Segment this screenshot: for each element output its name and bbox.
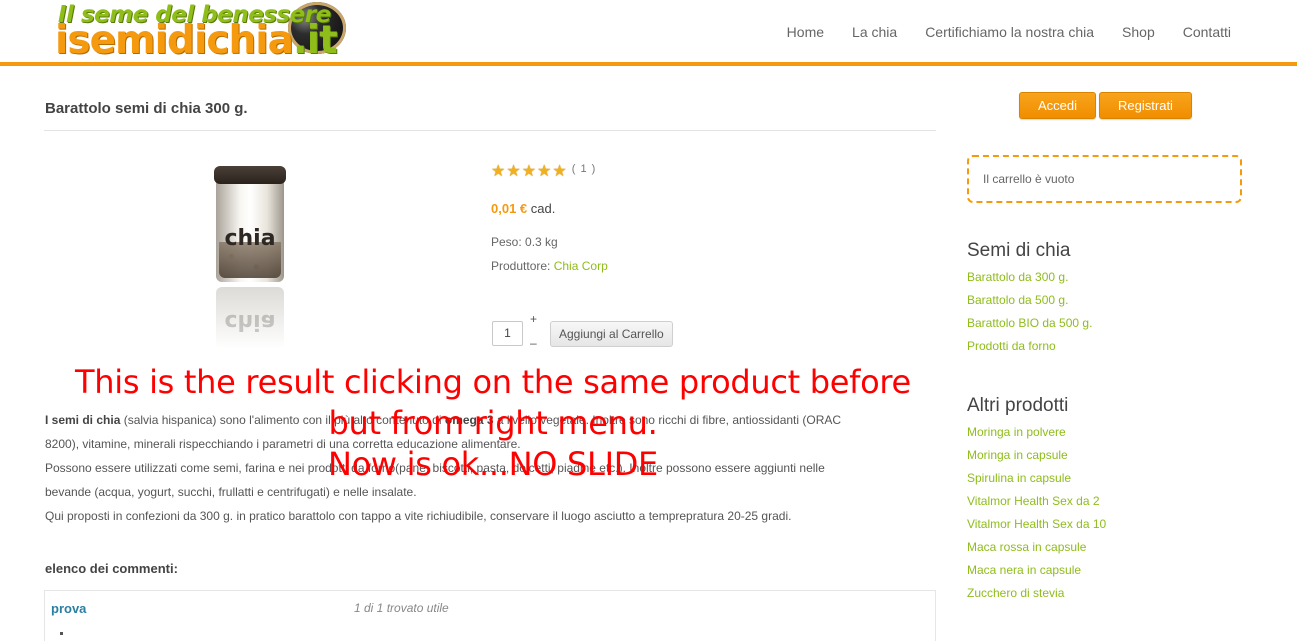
sidebar-item-barattolo-500[interactable]: Barattolo da 500 g. <box>967 293 1068 307</box>
title-divider <box>44 130 936 131</box>
sidebar-item-maca-nera[interactable]: Maca nera in capsule <box>967 563 1081 577</box>
product-title: Barattolo semi di chia 300 g. <box>45 100 248 117</box>
jar-lid <box>214 166 286 184</box>
quantity-increase-button[interactable]: + <box>530 312 537 326</box>
rating: ★ ★ ★ ★ ★ ( 1 ) <box>491 163 597 180</box>
comment-helpfulness: 1 di 1 trovato utile <box>354 601 449 615</box>
annotation-line: but from right menu. <box>328 404 658 442</box>
logo-brand: isemidichia.it <box>55 18 338 63</box>
star-icon: ★ <box>506 163 521 180</box>
jar-label-reflection: chia <box>224 309 276 334</box>
producer-link[interactable]: Chia Corp <box>554 259 608 273</box>
sidebar-item-zucchero-stevia[interactable]: Zucchero di stevia <box>967 586 1064 600</box>
comments-title: elenco dei commenti: <box>45 561 178 576</box>
star-icon: ★ <box>521 163 537 180</box>
sidebar-item-maca-rossa[interactable]: Maca rossa in capsule <box>967 540 1086 554</box>
sidebar-item-vitalmor-2[interactable]: Vitalmor Health Sex da 2 <box>967 494 1100 508</box>
annotation-overlay: This is the result clicking on the same … <box>0 362 986 485</box>
nav-certifichiamo[interactable]: Certifichiamo la nostra chia <box>925 24 1094 40</box>
add-to-cart-button[interactable]: Aggiungi al Carrello <box>550 321 673 347</box>
nav-home[interactable]: Home <box>787 24 824 40</box>
sidebar-item-barattolo-300[interactable]: Barattolo da 300 g. <box>967 270 1068 284</box>
product-producer: Produttore: Chia Corp <box>491 259 608 273</box>
logo-brand-name: isemidichia <box>55 18 294 63</box>
producer-label: Produttore: <box>491 259 551 273</box>
comment-bullet <box>60 632 63 635</box>
site-logo[interactable]: Il seme del benessere isemidichia.it <box>52 0 352 64</box>
nav-contatti[interactable]: Contatti <box>1183 24 1231 40</box>
sidebar-item-vitalmor-10[interactable]: Vitalmor Health Sex da 10 <box>967 517 1106 531</box>
site-header: Il seme del benessere isemidichia.it Hom… <box>0 0 1297 66</box>
description-line: Qui proposti in confezioni da 300 g. in … <box>45 509 792 523</box>
star-icon: ★ <box>491 163 506 180</box>
price-unit: cad. <box>530 201 556 216</box>
main-nav: Home La chia Certifichiamo la nostra chi… <box>759 24 1231 40</box>
sidebar-item-prodotti-da-forno[interactable]: Prodotti da forno <box>967 339 1056 353</box>
quantity-input[interactable]: 1 <box>492 321 523 346</box>
jar-label: chia <box>224 226 276 251</box>
nav-la-chia[interactable]: La chia <box>852 24 897 40</box>
product-image-reflection: chia <box>216 287 284 349</box>
annotation-line: Now is ok...NO SLIDE <box>328 445 658 483</box>
star-icon: ★ <box>537 163 552 180</box>
star-icon: ★ <box>552 163 567 180</box>
comment-author[interactable]: prova <box>51 601 86 616</box>
sidebar-item-barattolo-bio-500[interactable]: Barattolo BIO da 500 g. <box>967 316 1092 330</box>
register-button[interactable]: Registrati <box>1099 92 1192 119</box>
logo-tld: .it <box>292 18 338 63</box>
cart-empty-message: Il carrello è vuoto <box>983 172 1075 186</box>
product-image[interactable]: chia <box>214 166 286 282</box>
login-button[interactable]: Accedi <box>1019 92 1096 119</box>
nav-shop[interactable]: Shop <box>1122 24 1155 40</box>
product-weight: Peso: 0.3 kg <box>491 235 558 249</box>
comment-item <box>44 590 936 641</box>
product-price: 0,01 € cad. <box>491 201 555 216</box>
quantity-decrease-button[interactable]: – <box>530 336 537 350</box>
rating-count: ( 1 ) <box>571 163 597 175</box>
annotation-line: This is the result clicking on the same … <box>75 363 911 401</box>
price-amount: 0,01 € <box>491 201 528 216</box>
sidebar-heading-semi-di-chia: Semi di chia <box>967 240 1071 261</box>
